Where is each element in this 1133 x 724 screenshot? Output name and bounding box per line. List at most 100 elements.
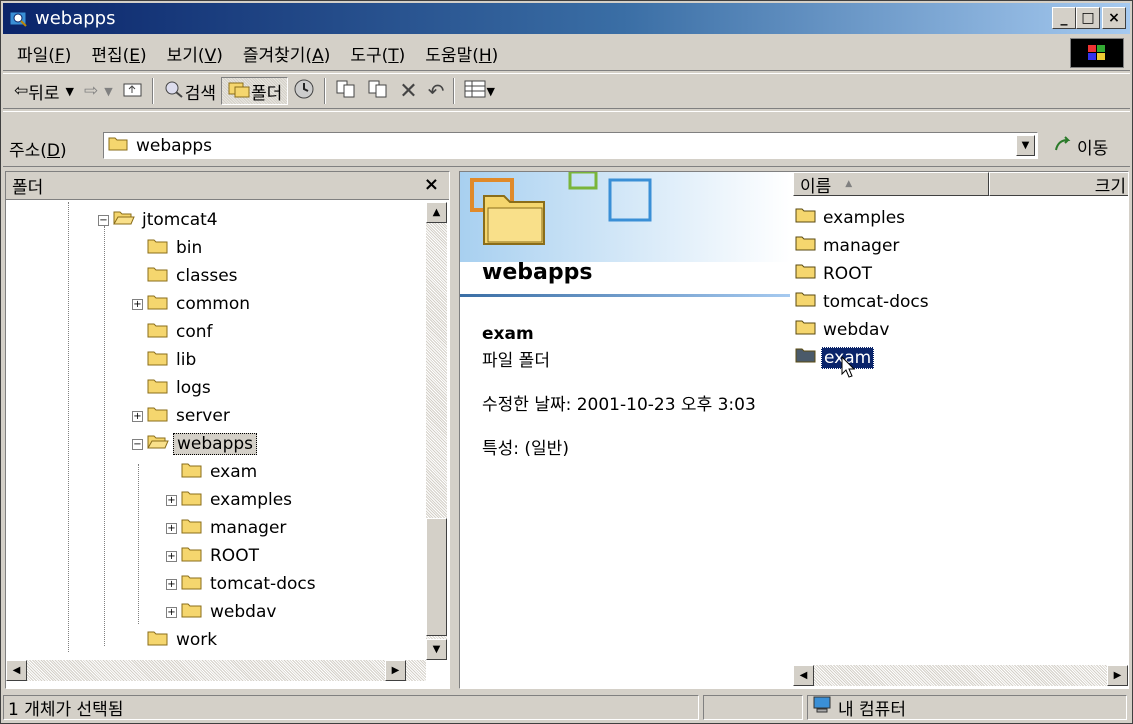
tree-item-label: tomcat-docs <box>210 574 316 594</box>
tree-item-root[interactable]: + ROOT <box>166 542 262 570</box>
views-button[interactable]: ▼ <box>459 77 499 105</box>
tree-item-label: ROOT <box>210 546 259 566</box>
expand-icon[interactable]: + <box>132 410 143 422</box>
tree-item-label: common <box>176 294 251 314</box>
scroll-up-button[interactable]: ▲ <box>426 202 447 223</box>
tree-item-exam[interactable]: exam <box>166 458 260 486</box>
file-item-manager[interactable]: manager <box>795 232 901 259</box>
forward-button[interactable]: ⇨ ▼ <box>79 77 118 105</box>
expand-icon[interactable]: + <box>166 578 177 590</box>
go-button[interactable]: 이동 <box>1053 134 1108 159</box>
sort-ascending-icon: ▲ <box>845 179 853 189</box>
minimize-button[interactable]: _ <box>1052 7 1076 29</box>
address-dropdown-button[interactable]: ▼ <box>1016 135 1035 156</box>
forward-dropdown-icon[interactable]: ▼ <box>104 85 112 98</box>
folder-tree[interactable]: − jtomcat4 bin classes + common conf lib logs + se… <box>6 202 426 652</box>
expand-icon[interactable]: + <box>166 522 177 534</box>
tree-item-webdav[interactable]: + webdav <box>166 598 279 626</box>
column-name-header[interactable]: 이름 ▲ <box>793 172 989 197</box>
views-icon <box>464 80 486 103</box>
folder-pane-close-button[interactable]: × <box>424 174 439 195</box>
tree-item-common[interactable]: + common <box>132 290 253 318</box>
file-item-tomcat-docs[interactable]: tomcat-docs <box>795 288 931 315</box>
tree-item-work[interactable]: work <box>132 626 220 652</box>
folder-pane-header: 폴더 × <box>6 172 449 200</box>
delete-button[interactable]: ✕ <box>394 77 422 105</box>
search-button[interactable]: 검색 <box>158 77 221 105</box>
folder-pane-vertical-scrollbar[interactable]: ▲ ▼ <box>426 202 447 660</box>
expand-icon[interactable]: + <box>166 550 177 562</box>
expand-icon[interactable]: + <box>132 298 143 310</box>
menu-tools[interactable]: 도구(T) <box>340 39 415 68</box>
collapse-icon[interactable]: − <box>132 438 143 450</box>
scroll-left-button[interactable]: ◀ <box>6 660 27 681</box>
scroll-thumb[interactable] <box>426 518 447 636</box>
menu-view[interactable]: 보기(V) <box>157 39 233 68</box>
file-item-examples[interactable]: examples <box>795 204 907 231</box>
folder-pane: 폴더 × − jtomcat4 bin classes + common conf lib lo… <box>5 171 450 689</box>
address-bar: 주소(D) webapps ▼ 이동 <box>3 111 1130 167</box>
history-icon <box>293 78 315 105</box>
file-item-label: webdav <box>823 319 890 340</box>
menu-favorites[interactable]: 즐겨찾기(A) <box>233 39 340 68</box>
expand-icon[interactable]: + <box>166 494 177 506</box>
maximize-button[interactable]: □ <box>1076 7 1100 29</box>
undo-button[interactable]: ↶ <box>423 77 450 105</box>
content-horizontal-scrollbar[interactable]: ◀ ▶ <box>793 665 1128 686</box>
folder-icon <box>108 135 128 156</box>
up-button[interactable] <box>118 77 148 105</box>
title-divider <box>460 294 790 297</box>
explorer-search-icon <box>9 9 29 29</box>
folders-icon <box>227 79 251 104</box>
history-button[interactable] <box>288 77 320 105</box>
column-size-header[interactable]: 크기 <box>989 172 1128 197</box>
expand-icon[interactable]: + <box>166 606 177 618</box>
file-item-label: tomcat-docs <box>823 291 929 312</box>
tree-item-label: webdav <box>210 602 277 622</box>
title-bar[interactable]: webapps _ □ × <box>3 3 1130 34</box>
tree-item-manager[interactable]: + manager <box>166 514 289 542</box>
menu-help[interactable]: 도움말(H) <box>415 39 508 68</box>
tree-item-label: examples <box>210 490 293 510</box>
windows-logo-icon <box>1070 38 1124 68</box>
file-item-root[interactable]: ROOT <box>795 260 874 287</box>
file-item-label: manager <box>823 235 900 256</box>
tree-item-classes[interactable]: classes <box>132 262 241 290</box>
folder-pane-horizontal-scrollbar[interactable]: ◀ ▶ <box>6 660 426 681</box>
collapse-icon[interactable]: − <box>98 214 109 226</box>
tree-item-conf[interactable]: conf <box>132 318 216 346</box>
back-dropdown-icon[interactable]: ▼ <box>66 85 74 98</box>
views-dropdown-icon[interactable]: ▼ <box>486 85 494 98</box>
column-header: 이름 ▲ 크기 <box>793 172 1128 197</box>
move-to-button[interactable] <box>330 77 362 105</box>
folder-icon <box>147 321 169 344</box>
selected-item-type: 파일 폴더 <box>482 351 550 371</box>
folder-icon <box>147 405 169 428</box>
tree-item-tomcat-docs[interactable]: + tomcat-docs <box>166 570 319 598</box>
menu-edit[interactable]: 편집(E) <box>81 39 156 68</box>
copy-to-button[interactable] <box>362 77 394 105</box>
scroll-down-button[interactable]: ▼ <box>426 639 447 660</box>
menu-file[interactable]: 파일(F) <box>7 39 81 68</box>
address-input[interactable]: webapps ▼ <box>103 132 1038 159</box>
folders-button[interactable]: 폴더 <box>221 77 289 105</box>
tree-item-server[interactable]: + server <box>132 402 233 430</box>
menu-bar: 파일(F) 편집(E) 보기(V) 즐겨찾기(A) 도구(T) 도움말(H) <box>3 36 1130 71</box>
tree-item-lib[interactable]: lib <box>132 346 199 374</box>
undo-icon: ↶ <box>427 79 445 103</box>
file-item-label: ROOT <box>823 263 872 284</box>
tree-item-logs[interactable]: logs <box>132 374 214 402</box>
status-text: 1 개체가 선택됨 <box>3 695 699 720</box>
close-button[interactable]: × <box>1102 7 1126 29</box>
scroll-right-button[interactable]: ▶ <box>385 660 406 681</box>
scroll-right-button[interactable]: ▶ <box>1107 665 1128 686</box>
file-item-webdav[interactable]: webdav <box>795 316 891 343</box>
tree-item-jtomcat4[interactable]: − jtomcat4 <box>98 206 221 234</box>
scroll-left-button[interactable]: ◀ <box>793 665 814 686</box>
tree-item-webapps[interactable]: − webapps <box>132 430 258 458</box>
tree-item-bin[interactable]: bin <box>132 234 205 262</box>
back-button[interactable]: ⇦ 뒤로 ▼ <box>9 77 79 105</box>
file-item-exam[interactable]: exam <box>795 344 875 378</box>
folder-icon <box>147 265 169 288</box>
tree-item-examples[interactable]: + examples <box>166 486 295 514</box>
